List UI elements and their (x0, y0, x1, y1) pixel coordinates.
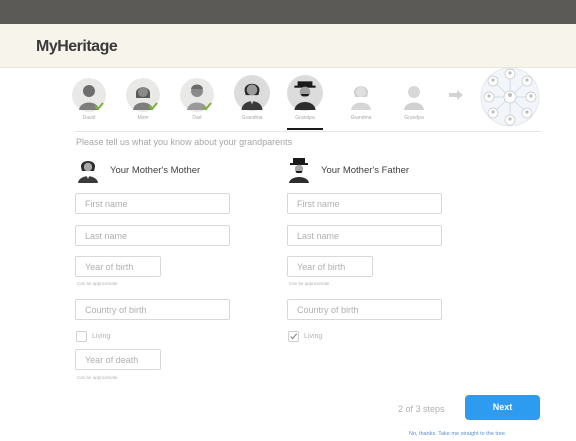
logo-text: MyHeritage (36, 38, 118, 55)
person-grandpa-icon (289, 158, 309, 183)
check-icon (94, 102, 104, 110)
family-tree-icon (480, 67, 540, 127)
person-grandma-icon (241, 83, 263, 110)
step-avatar-grandpa (287, 75, 323, 111)
mother-father-last-name-input[interactable] (287, 225, 442, 246)
site-header: MyHeritage (0, 24, 576, 68)
step-avatar-grandma-paternal (344, 78, 378, 112)
left-column-header: Your Mother's Mother (76, 157, 200, 183)
skip-to-tree-link[interactable]: No, thanks. Take me straight to the tree… (409, 431, 506, 437)
person-grandma-icon (351, 86, 371, 110)
step-label: Grandpa (404, 115, 424, 121)
step-label: Grandma (241, 115, 263, 121)
section-divider (75, 131, 541, 132)
mother-mother-year-of-death-input[interactable] (75, 349, 161, 370)
mother-mother-last-name-input[interactable] (75, 225, 230, 246)
mother-father-year-of-birth-input[interactable] (287, 256, 373, 277)
myheritage-logo[interactable]: MyHeritage (14, 37, 118, 57)
next-button[interactable]: Next (465, 395, 540, 420)
person-grandma-icon (78, 161, 98, 183)
myheritage-logo-icon (15, 41, 33, 53)
mother-mother-living-checkbox[interactable] (76, 331, 87, 342)
year-of-birth-hint: Can be approximate (289, 281, 330, 286)
right-column-title: Your Mother's Father (321, 164, 410, 176)
mother-mother-first-name-input[interactable] (75, 193, 230, 214)
check-icon (148, 102, 158, 110)
mother-father-first-name-input[interactable] (287, 193, 442, 214)
step-label: David (82, 115, 96, 121)
check-icon (202, 102, 212, 110)
right-column-header: Your Mother's Father (287, 157, 409, 183)
mother-father-country-of-birth-input[interactable] (287, 299, 442, 320)
step-label: Grandpa (295, 115, 315, 121)
intro-text: Please tell us what you know about your … (76, 137, 293, 147)
year-of-death-hint: Can be approximate (77, 375, 118, 380)
step-label: Mom (137, 115, 149, 121)
step-label: Dad (192, 115, 202, 121)
checkmark-icon (290, 333, 298, 340)
mother-father-living-checkbox[interactable] (288, 331, 299, 342)
step-label: Grandma (350, 115, 372, 121)
steps-progress-text: 2 of 3 steps (398, 404, 445, 414)
arrow-right-icon (449, 90, 463, 100)
living-label: Living (304, 333, 323, 340)
year-of-birth-hint: Can be approximate (77, 281, 118, 286)
living-label: Living (92, 333, 111, 340)
mother-mother-country-of-birth-input[interactable] (75, 299, 230, 320)
step-avatar-grandpa-paternal (397, 78, 431, 112)
current-step-underline (287, 128, 323, 130)
person-grandpa-icon (404, 86, 424, 110)
left-column-title: Your Mother's Mother (110, 164, 201, 176)
person-grandpa-icon (294, 81, 316, 110)
step-avatar-grandma (234, 75, 270, 111)
browser-top-bar (0, 0, 576, 24)
mother-mother-year-of-birth-input[interactable] (75, 256, 161, 277)
